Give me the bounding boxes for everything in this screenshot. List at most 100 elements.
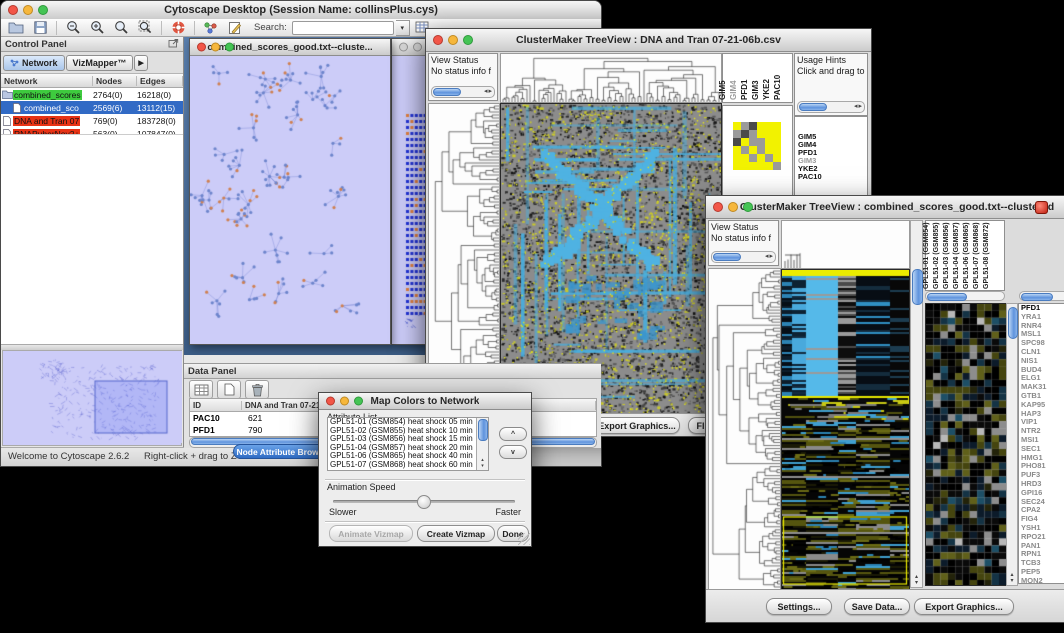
move-up-button[interactable]: ^ [499,427,527,441]
heatmap-column-label[interactable]: GPL51-03 (GSM856) [943,222,950,289]
zoom-out-icon[interactable] [62,20,84,36]
heatmap-column-label[interactable]: PFD1 [740,80,749,100]
view-status-scrollbar[interactable]: ◂▸ [711,251,776,263]
zoom-vertical-scrollbar[interactable]: ▴▾ [1006,303,1018,586]
column-edges[interactable]: Edges [137,76,183,86]
minimize-button[interactable] [448,35,458,45]
main-titlebar[interactable]: Cytoscape Desktop (Session Name: collins… [1,1,601,20]
heatmap-vertical-scrollbar[interactable]: ▴▾ [910,220,923,588]
birdseye-view-canvas[interactable] [3,351,182,443]
slider-thumb[interactable] [417,495,431,509]
move-down-button[interactable]: v [499,445,527,459]
scrollbar-thumb[interactable] [1008,307,1018,339]
open-file-icon[interactable] [5,20,27,36]
scrollbar-thumb[interactable] [433,88,461,96]
tab-network[interactable]: Network [3,55,65,71]
heatmap-column-label[interactable]: GIM5 [718,80,727,100]
close-button[interactable] [433,35,443,45]
gene-list-scrollbar[interactable] [1019,291,1064,301]
heatmap-column-label[interactable]: GIM4 [729,80,738,100]
scroll-arrows-icon[interactable]: ◂▸ [854,102,863,110]
scrollbar-thumb[interactable] [912,269,923,305]
create-vizmap-button[interactable]: Create Vizmap [417,525,495,542]
network-view-window[interactable]: combined_scores_good.txt--cluste... [189,38,391,345]
gene-label[interactable]: MON2 [1019,577,1064,584]
minimize-button[interactable] [211,43,220,52]
heatmap-row-label[interactable]: PAC10 [798,173,822,181]
dialog-titlebar[interactable]: Map Colors to Network [319,393,531,410]
column-labels-scrollbar[interactable] [925,291,1005,301]
network-view-titlebar[interactable]: combined_scores_good.txt--cluste... [190,39,390,56]
scroll-arrows-icon[interactable]: ◂▸ [484,87,493,95]
scroll-arrows-icon[interactable]: ▴▾ [911,574,922,586]
similarity-matrix[interactable] [733,122,781,170]
settings-button[interactable]: Settings... [766,598,832,615]
heatmap-column-label[interactable]: GPL51-06 (GSM865) [963,222,970,289]
scrollbar-thumb[interactable] [1021,293,1053,301]
minimize-button[interactable] [340,397,349,406]
attribute-table-icon[interactable] [189,380,213,399]
tab-vizmapper[interactable]: VizMapper™ [66,55,134,71]
heatmap-column-label[interactable]: GPL51-07 (GSM868) [973,222,980,289]
new-attribute-icon[interactable] [217,380,241,399]
zoom-in-icon[interactable] [86,20,108,36]
save-data-button[interactable]: Save Data... [844,598,910,615]
heatmap-column-label[interactable]: GPL51-04 (GSM857) [953,222,960,289]
usage-hints-scrollbar[interactable]: ◂▸ [797,101,865,113]
attribute-list-item[interactable]: GPL51-07 (GSM868) heat shock 60 min [328,461,488,470]
tab-overflow-button[interactable]: ▶ [134,55,147,71]
help-lifering-icon[interactable] [167,20,189,36]
zoom-heatmap-canvas[interactable] [925,303,1007,586]
heatmap-canvas[interactable] [781,269,910,590]
zoom-selected-icon[interactable] [134,20,156,36]
minimize-button[interactable] [728,202,738,212]
scrollbar-thumb[interactable] [799,103,827,111]
network-list-row[interactable]: combined_scores2764(0)16218(0) [1,88,183,101]
zoom-button[interactable] [225,43,234,52]
close-button[interactable] [197,43,206,52]
scroll-arrows-icon[interactable]: ▴▾ [1007,572,1017,584]
animate-vizmap-button[interactable]: Animate Vizmap [329,525,413,542]
search-dropdown-button[interactable]: ▾ [396,20,410,36]
minimize-button[interactable] [23,5,33,15]
close-button[interactable] [8,5,18,15]
heatmap-column-label[interactable]: PAC10 [773,75,782,100]
save-icon[interactable] [29,20,51,36]
export-graphics-button[interactable]: Export Graphics... [914,598,1014,615]
column-network[interactable]: Network [1,76,93,86]
heatmap-column-label[interactable]: GIM3 [751,80,760,100]
animation-speed-slider[interactable] [333,500,515,503]
row-dendrogram-canvas[interactable] [708,268,781,590]
heatmap-column-label[interactable]: YKE2 [762,79,771,100]
close-button[interactable] [399,43,408,52]
zoom-fit-icon[interactable] [110,20,132,36]
scrollbar-thumb[interactable] [713,253,741,261]
network-view-canvas[interactable] [190,56,388,343]
zoom-button[interactable] [743,202,753,212]
scrollbar-thumb[interactable] [478,419,488,441]
float-panel-icon[interactable] [168,38,179,51]
column-id[interactable]: ID [190,401,242,410]
column-dendrogram-canvas[interactable] [500,53,722,103]
scroll-arrows-icon[interactable]: ◂▸ [765,252,774,260]
treeview-dna-titlebar[interactable]: ClusterMaker TreeView : DNA and Tran 07-… [426,29,871,52]
treeview-combined-titlebar[interactable]: ClusterMaker TreeView : combined_scores_… [706,196,1064,219]
network-list-row[interactable]: DNA and Tran 07769(0)183728(0) [1,114,183,127]
heatmap-column-label[interactable]: GPL51-08 (GSM872) [983,222,990,289]
attribute-list-scrollbar[interactable]: ▴▾ [476,418,488,470]
export-graphics-button[interactable]: Export Graphics... [594,417,680,434]
annotation-icon[interactable] [224,20,246,36]
column-dendrogram-canvas[interactable] [781,220,910,269]
zoom-button[interactable] [38,5,48,15]
view-status-scrollbar[interactable]: ◂▸ [431,86,495,98]
close-button[interactable] [326,397,335,406]
zoom-button[interactable] [354,397,363,406]
column-nodes[interactable]: Nodes [93,76,137,86]
network-nodes-icon[interactable] [200,20,222,36]
close-button[interactable] [713,202,723,212]
scrollbar-thumb[interactable] [927,293,967,301]
scroll-arrows-icon[interactable]: ▴▾ [477,457,488,469]
zoom-button[interactable] [463,35,473,45]
minimize-button[interactable] [413,43,422,52]
heatmap-column-label[interactable]: GPL51-01 (GSM854) [923,222,930,289]
